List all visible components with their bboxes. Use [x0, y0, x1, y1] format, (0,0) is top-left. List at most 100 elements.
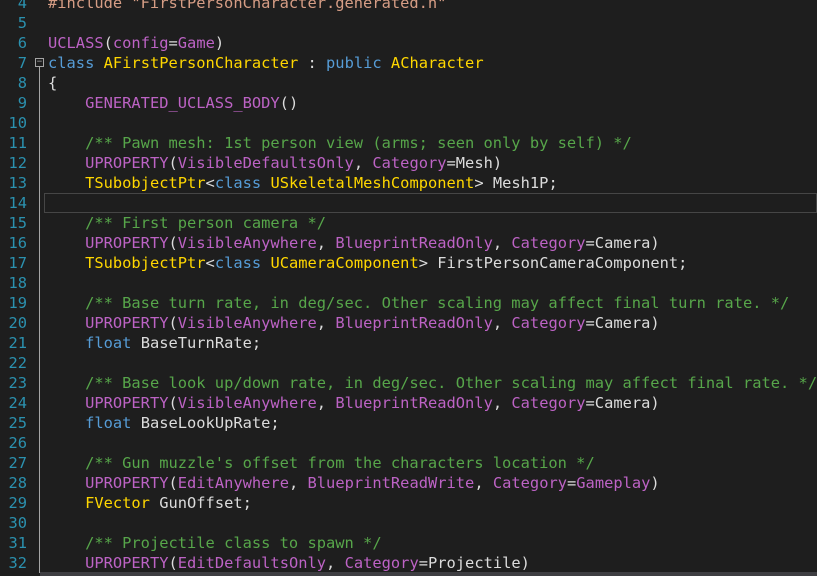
code-text[interactable]: UPROPERTY(EditAnywhere, BlueprintReadWri…	[48, 473, 660, 493]
line-number: 11	[8, 134, 27, 152]
code-line[interactable]: 8{	[0, 73, 817, 93]
code-token: float	[85, 414, 132, 432]
code-line[interactable]: 23 /** Base look up/down rate, in deg/se…	[0, 373, 817, 393]
code-line[interactable]: 14	[0, 193, 817, 213]
code-token: BlueprintReadOnly	[335, 314, 493, 332]
code-token: /** Projectile class to spawn */	[85, 534, 382, 552]
line-number: 18	[8, 274, 27, 292]
code-text[interactable]: /** Projectile class to spawn */	[48, 533, 382, 553]
code-line[interactable]: 15 /** First person camera */	[0, 213, 817, 233]
code-line[interactable]: 24 UPROPERTY(VisibleAnywhere, BlueprintR…	[0, 393, 817, 413]
code-line[interactable]: 31 /** Projectile class to spawn */	[0, 533, 817, 553]
code-text[interactable]: /** First person camera */	[48, 213, 326, 233]
code-token: )	[650, 474, 660, 492]
code-line[interactable]: 29 FVector GunOffset;	[0, 493, 817, 513]
line-number: 29	[8, 494, 27, 512]
code-line[interactable]: 6 UCLASS(config=Game)	[0, 33, 817, 53]
line-number: 14	[8, 194, 27, 212]
code-line[interactable]: 18	[0, 273, 817, 293]
code-token: > Mesh1P;	[474, 174, 558, 192]
fold-guide-line	[39, 393, 40, 413]
code-token: class	[48, 54, 95, 72]
fold-guide-line	[39, 493, 40, 513]
code-line[interactable]: 13 TSubobjectPtr<class USkeletalMeshComp…	[0, 173, 817, 193]
code-text[interactable]: /** Base look up/down rate, in deg/sec. …	[48, 373, 817, 393]
code-line[interactable]: 21 float BaseTurnRate;	[0, 333, 817, 353]
code-line[interactable]: 7− class AFirstPersonCharacter : public A…	[0, 53, 817, 73]
code-text[interactable]: class AFirstPersonCharacter : public ACh…	[48, 53, 484, 73]
code-line[interactable]: 11 /** Pawn mesh: 1st person view (arms;…	[0, 133, 817, 153]
code-token: FVector	[85, 494, 150, 512]
code-token: (	[168, 234, 178, 252]
fold-guide-line	[39, 473, 40, 493]
code-line[interactable]: 17 TSubobjectPtr<class UCameraComponent>…	[0, 253, 817, 273]
code-token: BlueprintReadOnly	[335, 234, 493, 252]
fold-guide-line	[39, 553, 40, 573]
code-token: (	[168, 394, 178, 412]
code-text[interactable]: UPROPERTY(VisibleDefaultsOnly, Category=…	[48, 153, 502, 173]
code-token: Category	[511, 234, 586, 252]
code-line[interactable]: 9 GENERATED_UCLASS_BODY()	[0, 93, 817, 113]
code-line[interactable]: 32 UPROPERTY(EditDefaultsOnly, Category=…	[0, 553, 817, 573]
fold-guide-line	[39, 253, 40, 273]
code-line[interactable]: 5	[0, 13, 817, 33]
code-text[interactable]: TSubobjectPtr<class UCameraComponent> Fi…	[48, 253, 687, 273]
line-number: 4	[17, 0, 27, 12]
code-token: ,	[316, 394, 336, 412]
code-text[interactable]: UPROPERTY(EditDefaultsOnly, Category=Pro…	[48, 553, 530, 573]
code-line[interactable]: 28 UPROPERTY(EditAnywhere, BlueprintRead…	[0, 473, 817, 493]
line-number: 26	[8, 434, 27, 452]
code-line[interactable]: 20 UPROPERTY(VisibleAnywhere, BlueprintR…	[0, 313, 817, 333]
code-line[interactable]: 19 /** Base turn rate, in deg/sec. Other…	[0, 293, 817, 313]
code-token: public	[326, 54, 382, 72]
code-text[interactable]: FVector GunOffset;	[48, 493, 252, 513]
code-token: =	[567, 474, 577, 492]
code-token: BlueprintReadOnly	[335, 394, 493, 412]
code-line[interactable]: 26	[0, 433, 817, 453]
code-token: VisibleAnywhere	[177, 394, 317, 412]
code-line[interactable]: 4 #include "FirstPersonCharacter.generate…	[0, 0, 817, 13]
code-text[interactable]: {	[48, 73, 57, 93]
code-text[interactable]: UPROPERTY(VisibleAnywhere, BlueprintRead…	[48, 393, 660, 413]
code-line[interactable]: 12 UPROPERTY(VisibleDefaultsOnly, Catego…	[0, 153, 817, 173]
code-text[interactable]: UPROPERTY(VisibleAnywhere, BlueprintRead…	[48, 313, 660, 333]
code-token: :	[298, 54, 327, 72]
code-lines[interactable]: 4 #include "FirstPersonCharacter.generate…	[0, 0, 817, 573]
code-token: TSubobjectPtr	[85, 254, 206, 272]
code-text[interactable]: UPROPERTY(VisibleAnywhere, BlueprintRead…	[48, 233, 660, 253]
code-token: UPROPERTY	[85, 314, 169, 332]
code-line[interactable]: 25 float BaseLookUpRate;	[0, 413, 817, 433]
code-text[interactable]: #include "FirstPersonCharacter.generated…	[48, 0, 446, 13]
horizontal-scrollbar[interactable]	[40, 572, 817, 576]
code-token: VisibleAnywhere	[177, 314, 317, 332]
code-line[interactable]: 27 /** Gun muzzle's offset from the char…	[0, 453, 817, 473]
code-token: AFirstPersonCharacter	[103, 54, 299, 72]
code-text[interactable]: float BaseTurnRate;	[48, 333, 261, 353]
code-text[interactable]: TSubobjectPtr<class USkeletalMeshCompone…	[48, 173, 558, 193]
code-token: ,	[326, 554, 345, 572]
code-line[interactable]: 16 UPROPERTY(VisibleAnywhere, BlueprintR…	[0, 233, 817, 253]
code-token: <	[205, 254, 215, 272]
code-text[interactable]: /** Gun muzzle's offset from the charact…	[48, 453, 595, 473]
fold-guide-line	[39, 113, 40, 133]
line-number: 22	[8, 354, 27, 372]
code-token: /** Gun muzzle's offset from the charact…	[85, 454, 595, 472]
code-text[interactable]: float BaseLookUpRate;	[48, 413, 280, 433]
code-line[interactable]: 10	[0, 113, 817, 133]
code-token: VisibleDefaultsOnly	[177, 154, 354, 172]
code-text[interactable]: /** Base turn rate, in deg/sec. Other sc…	[48, 293, 789, 313]
code-token: Category	[344, 554, 419, 572]
code-line[interactable]: 22	[0, 353, 817, 373]
code-text[interactable]: GENERATED_UCLASS_BODY()	[48, 93, 298, 113]
code-text[interactable]: UCLASS(config=Game)	[48, 33, 224, 53]
code-token: UCLASS	[48, 34, 104, 52]
collapse-region-icon[interactable]: −	[35, 58, 44, 67]
fold-guide-line	[39, 153, 40, 173]
code-editor[interactable]: 4 #include "FirstPersonCharacter.generate…	[0, 0, 817, 576]
code-line[interactable]: 30	[0, 513, 817, 533]
code-text[interactable]: /** Pawn mesh: 1st person view (arms; se…	[48, 133, 632, 153]
